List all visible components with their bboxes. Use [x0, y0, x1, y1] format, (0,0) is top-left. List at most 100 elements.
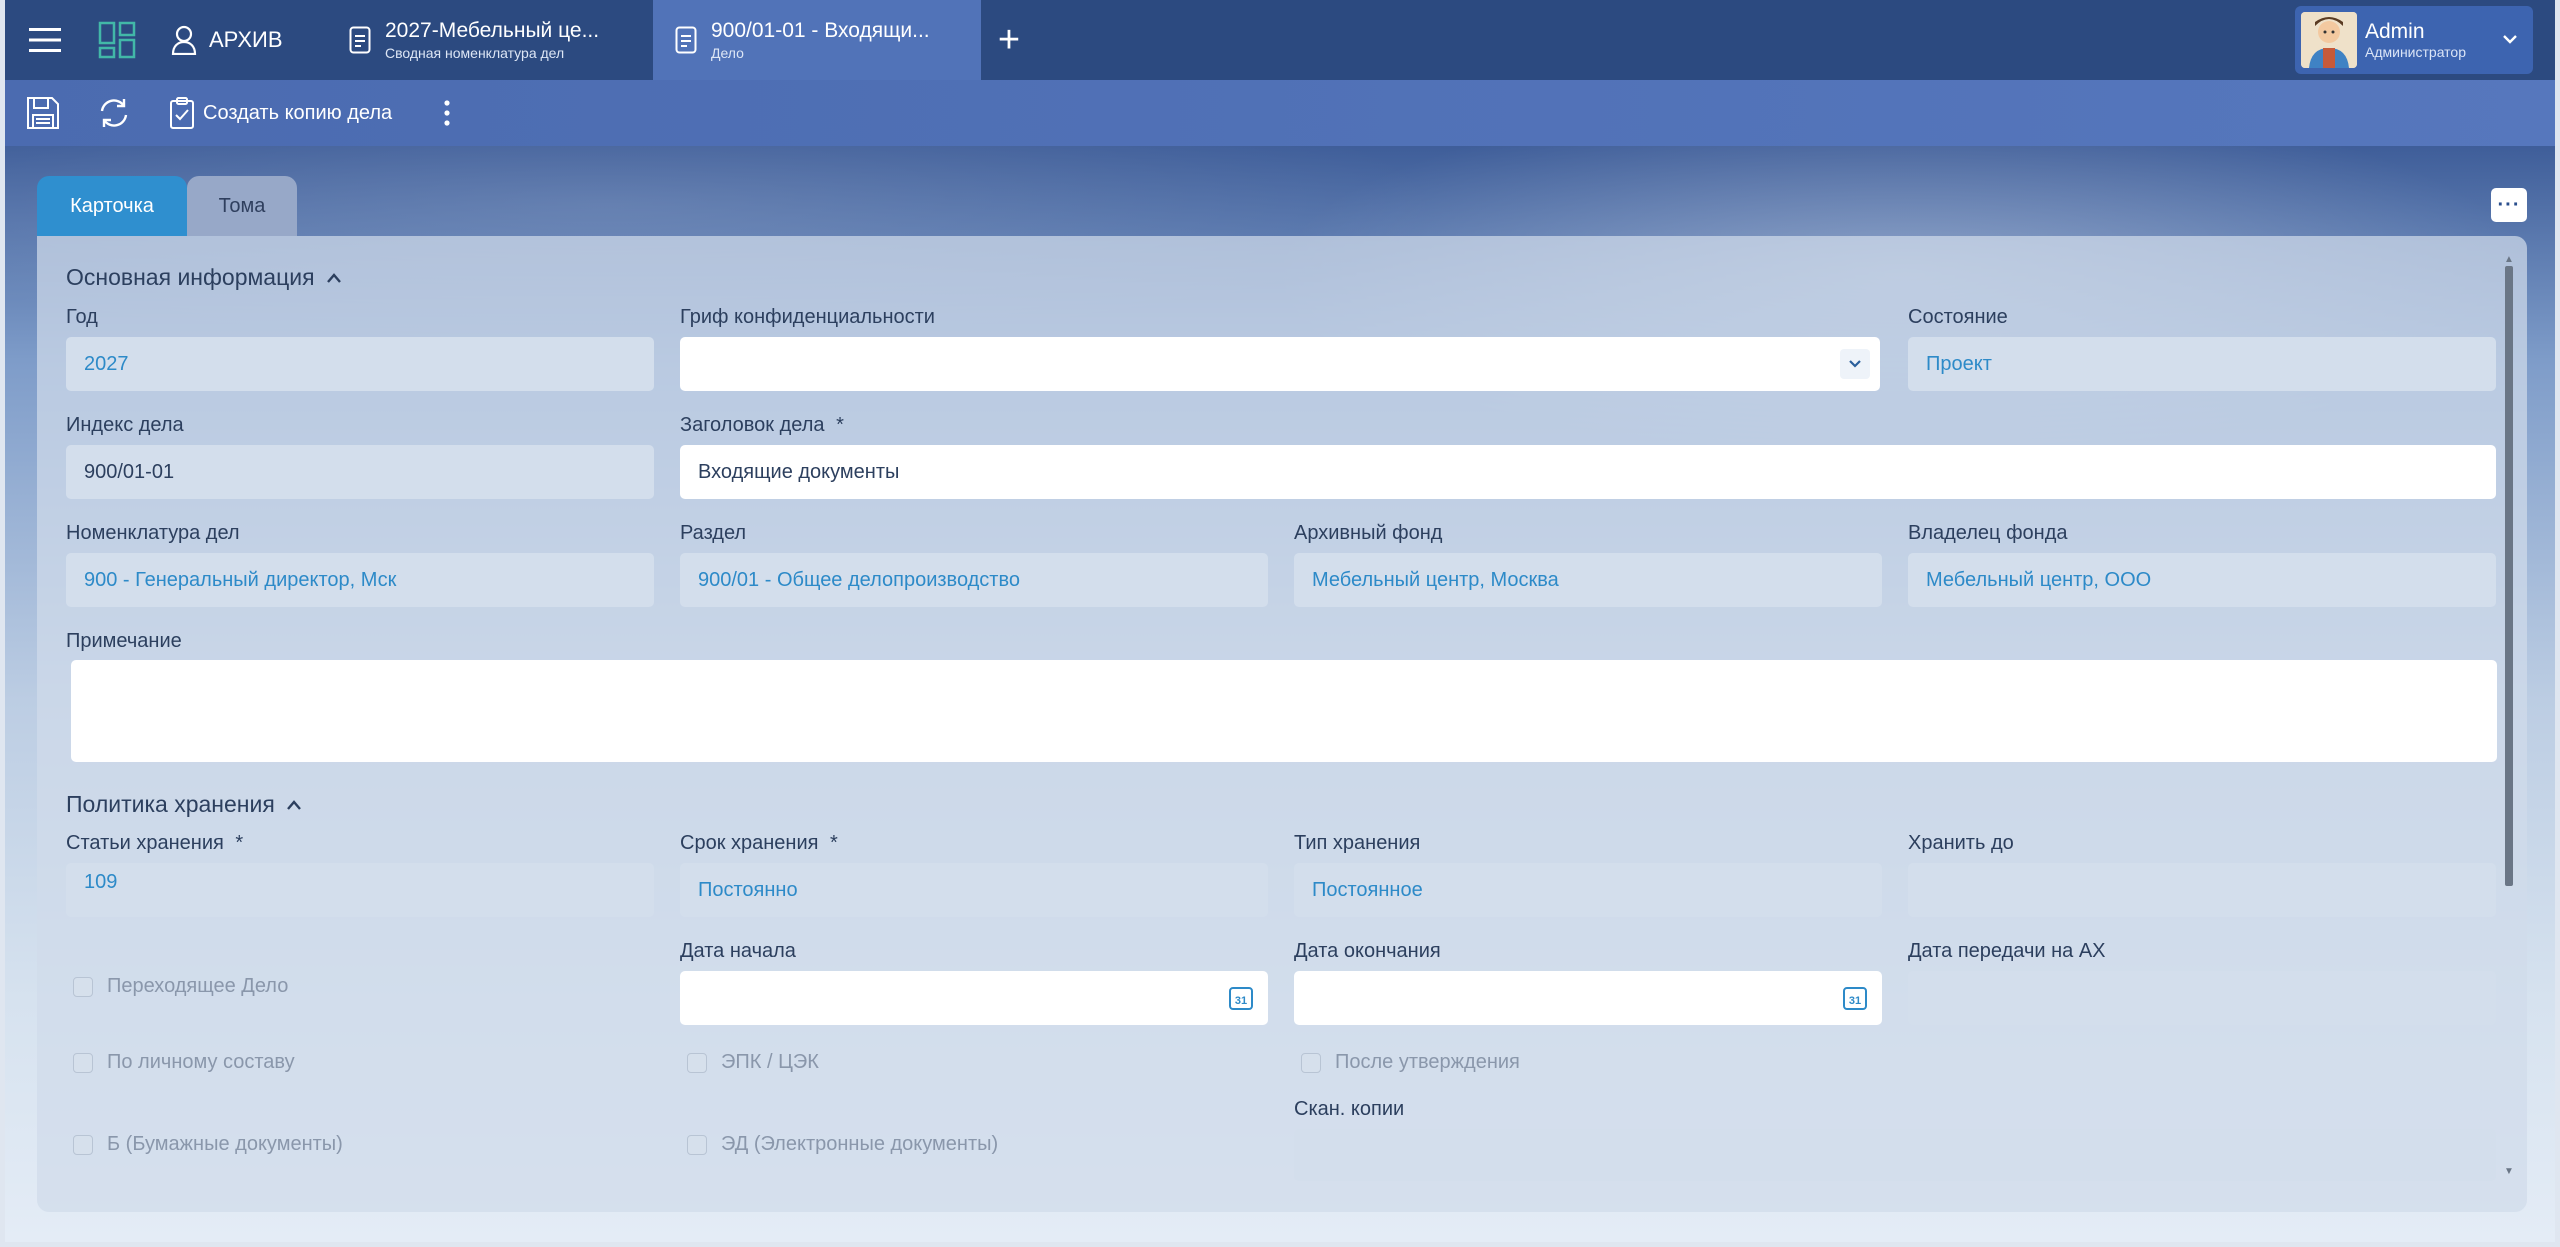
refresh-icon: [100, 99, 128, 127]
section-title-text: Основная информация: [66, 264, 315, 290]
checkbox-label: После утверждения: [1335, 1051, 1520, 1073]
checkbox-label: Переходящее Дело: [107, 975, 289, 997]
scroll-up-arrow-icon[interactable]: ▲: [2504, 254, 2514, 265]
checkbox-label: Б (Бумажные документы): [107, 1133, 343, 1155]
state-field: Проект: [1908, 337, 2496, 391]
scan-label: Скан. копии: [1294, 1098, 1405, 1120]
section-title-text: Политика хранения: [66, 791, 275, 817]
avatar: [2301, 12, 2357, 68]
scroll-down-arrow-icon[interactable]: ▼: [2504, 1166, 2514, 1177]
keep-until-field: [1908, 863, 2496, 917]
storage-type-field: Постоянное: [1294, 863, 1882, 917]
state-label: Состояние: [1908, 306, 2008, 328]
archive-menu-button[interactable]: АРХИВ: [171, 0, 311, 80]
storage-type-label: Тип хранения: [1294, 832, 1421, 854]
scan-field: [1294, 1129, 2496, 1181]
heading-input[interactable]: Входящие документы: [680, 445, 2496, 499]
calendar-icon[interactable]: 31: [1842, 985, 1868, 1011]
tab-subtitle: Сводная номенклатура дел: [385, 45, 565, 61]
dashboard-button[interactable]: [93, 0, 141, 80]
secrecy-select[interactable]: [680, 337, 1880, 391]
owner-link[interactable]: Мебельный центр, ООО: [1908, 553, 2496, 607]
section-main-info[interactable]: Основная информация: [66, 264, 343, 291]
owner-label: Владелец фонда: [1908, 522, 2068, 544]
app-window: АРХИВ 2027-Мебельный це... Сводная номен…: [5, 0, 2555, 1242]
tab-card[interactable]: Карточка: [37, 176, 187, 236]
nomenclature-label: Номенклатура дел: [66, 522, 240, 544]
transfer-date-label: Дата передачи на АХ: [1908, 940, 2106, 962]
user-menu[interactable]: Admin Администратор: [2295, 6, 2533, 74]
index-label: Индекс дела: [66, 414, 184, 436]
end-date-input[interactable]: 31: [1294, 971, 1882, 1025]
copy-case-label: Создать копию дела: [203, 101, 393, 124]
checkbox-personnel[interactable]: По личному составу: [73, 1051, 295, 1074]
svg-text:31: 31: [1235, 995, 1247, 1007]
card-options-button[interactable]: ···: [2491, 188, 2527, 222]
term-label: Срок хранения: [680, 832, 838, 855]
scrollbar-thumb[interactable]: [2505, 266, 2513, 886]
chevron-down-icon: [1849, 360, 1861, 368]
checkbox-box[interactable]: [73, 1052, 93, 1073]
checkbox-label: ЭПК / ЦЭК: [721, 1051, 819, 1073]
tab-title: 2027-Мебельный це...: [385, 19, 600, 42]
start-date-label: Дата начала: [680, 940, 796, 962]
secrecy-label: Гриф конфиденциальности: [680, 306, 935, 328]
index-field: 900/01-01: [66, 445, 654, 499]
add-tab-button[interactable]: +: [989, 0, 1029, 80]
tab-title: 900/01-01 - Входящи...: [711, 19, 930, 42]
save-icon: [27, 97, 59, 129]
heading-label: Заголовок дела: [680, 414, 844, 437]
svg-text:31: 31: [1849, 995, 1861, 1007]
tab-case[interactable]: 900/01-01 - Входящи... Дело: [653, 0, 981, 80]
copy-case-button[interactable]: Создать копию дела: [169, 80, 392, 146]
section-link[interactable]: 900/01 - Общее делопроизводство: [680, 553, 1268, 607]
transfer-date-field: [1908, 971, 2496, 1025]
fund-label: Архивный фонд: [1294, 522, 1443, 544]
note-textarea[interactable]: [71, 660, 2497, 762]
save-button[interactable]: [25, 80, 61, 146]
checkbox-epk[interactable]: ЭПК / ЦЭК: [687, 1051, 819, 1074]
more-vertical-icon: [444, 100, 450, 126]
checkbox-label: ЭД (Электронные документы): [721, 1133, 999, 1155]
term-field[interactable]: Постоянно: [680, 863, 1268, 917]
articles-field[interactable]: 109: [66, 863, 654, 917]
start-date-input[interactable]: 31: [680, 971, 1268, 1025]
checkbox-paper[interactable]: Б (Бумажные документы): [73, 1133, 343, 1156]
checkbox-box[interactable]: [73, 1134, 93, 1155]
note-label: Примечание: [66, 630, 182, 652]
checkbox-box[interactable]: [73, 976, 93, 997]
checkbox-electronic[interactable]: ЭД (Электронные документы): [687, 1133, 998, 1156]
refresh-button[interactable]: [97, 80, 131, 146]
nomenclature-link[interactable]: 900 - Генеральный директор, Мск: [66, 553, 654, 607]
checkbox-after-approval[interactable]: После утверждения: [1301, 1051, 1520, 1074]
user-outline-icon: [171, 25, 197, 55]
checkbox-box[interactable]: [1301, 1052, 1321, 1073]
section-label: Раздел: [680, 522, 747, 544]
section-storage-policy[interactable]: Политика хранения: [66, 791, 303, 818]
fund-link[interactable]: Мебельный центр, Москва: [1294, 553, 1882, 607]
checkbox-transitional[interactable]: Переходящее Дело: [73, 975, 288, 998]
tab-nomenclature[interactable]: 2027-Мебельный це... Сводная номенклатур…: [327, 0, 651, 80]
hamburger-menu-icon: [29, 28, 61, 52]
top-bar: АРХИВ 2027-Мебельный це... Сводная номен…: [5, 0, 2555, 80]
keep-until-label: Хранить до: [1908, 832, 2014, 854]
tab-volumes[interactable]: Тома: [187, 176, 297, 236]
calendar-icon[interactable]: 31: [1228, 985, 1254, 1011]
articles-label: Статьи хранения: [66, 832, 243, 855]
user-role: Администратор: [2365, 44, 2467, 60]
chevron-up-icon: [326, 272, 341, 283]
user-name: Admin: [2365, 20, 2425, 43]
end-date-label: Дата окончания: [1294, 940, 1441, 962]
document-icon: [349, 26, 371, 54]
checkbox-box[interactable]: [687, 1134, 707, 1155]
dropdown-button[interactable]: [1840, 349, 1870, 379]
document-icon: [675, 26, 697, 54]
main-menu-button[interactable]: [23, 0, 67, 80]
checkbox-box[interactable]: [687, 1052, 707, 1073]
clipboard-check-icon: [170, 97, 194, 129]
chevron-down-icon: [2503, 35, 2517, 44]
checkbox-label: По личному составу: [107, 1051, 295, 1073]
chevron-up-icon: [286, 799, 301, 810]
more-actions-button[interactable]: [443, 80, 451, 146]
archive-label: АРХИВ: [209, 27, 283, 52]
